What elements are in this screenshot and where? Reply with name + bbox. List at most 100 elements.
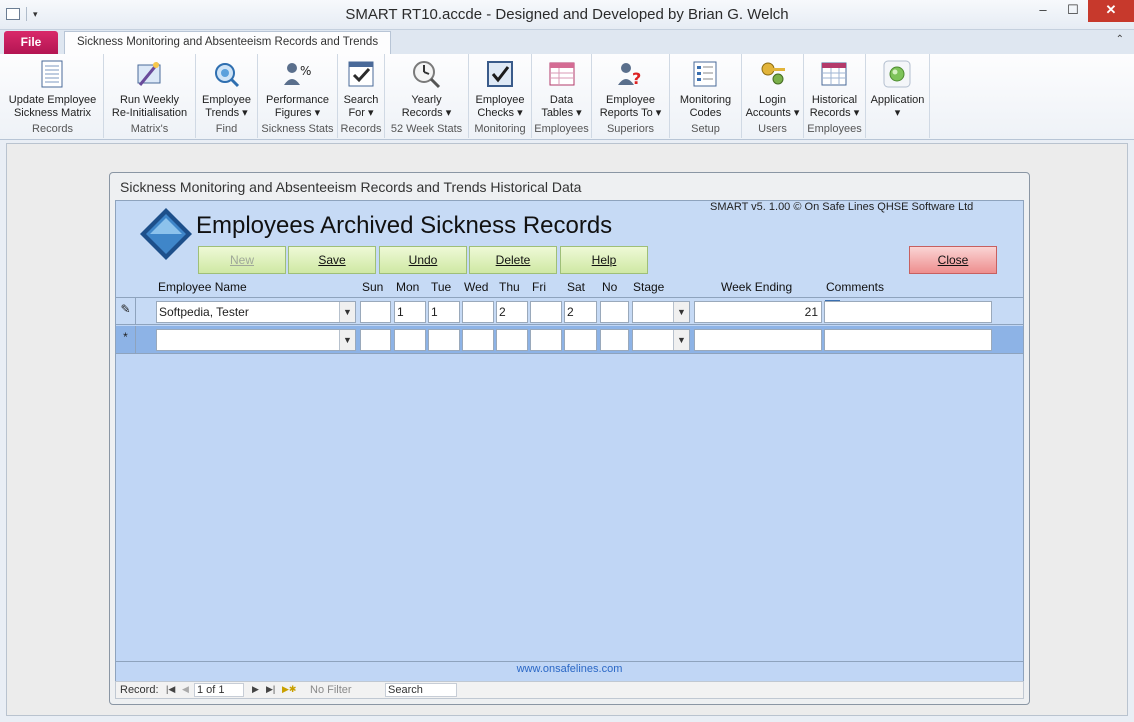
ribbon-button-label: Search — [343, 94, 379, 106]
ribbon-button-search-globe[interactable]: Employee Trends ▾ — [202, 56, 251, 120]
new-week-ending-field[interactable] — [694, 329, 822, 351]
chevron-down-icon[interactable]: ▼ — [339, 302, 355, 322]
new-sat-field[interactable] — [564, 329, 597, 351]
ribbon-button-wand[interactable]: Run Weekly Re-Initialisation — [112, 56, 187, 120]
ribbon-button-label: ▾ — [894, 107, 901, 119]
table-row: ✎ Softpedia, Tester ▼ 1 1 2 2 ▼ 21 — [116, 297, 1023, 325]
last-record-icon[interactable]: ▶| — [266, 684, 275, 695]
ribbon-button-person-question[interactable]: ? Employee Reports To ▾ — [600, 56, 661, 120]
new-stage-combo[interactable]: ▼ — [632, 329, 690, 351]
ribbon-group-9: Monitoring Codes Setup — [670, 54, 742, 138]
col-week-ending: Week Ending — [721, 280, 793, 294]
col-sat: Sat — [567, 280, 586, 294]
ribbon-button-checkbox[interactable]: Employee Checks ▾ — [476, 56, 524, 120]
tue-field[interactable]: 1 — [428, 301, 460, 323]
ribbon-group-label: Monitoring — [474, 123, 526, 135]
col-thu: Thu — [499, 280, 520, 294]
fri-field[interactable] — [530, 301, 562, 323]
new-tue-field[interactable] — [428, 329, 460, 351]
undo-button[interactable]: Undo — [379, 246, 467, 274]
close-window-button[interactable]: ✕ — [1088, 0, 1134, 22]
new-fri-field[interactable] — [530, 329, 562, 351]
new-mon-field[interactable] — [394, 329, 426, 351]
employee-name-combo[interactable]: Softpedia, Tester ▼ — [156, 301, 356, 323]
stage-combo[interactable]: ▼ — [632, 301, 690, 323]
new-employee-name-combo[interactable]: ▼ — [156, 329, 356, 351]
ribbon-button-clock-magnifier[interactable]: Yearly Records ▾ — [402, 56, 451, 120]
new-button[interactable]: New — [198, 246, 286, 274]
ribbon-group-12: Application ▾ — [866, 54, 930, 138]
new-comments-field[interactable] — [824, 329, 992, 351]
ribbon-button-label: Employee — [606, 94, 655, 106]
col-comments: Comments — [826, 280, 885, 294]
new-sun-field[interactable] — [360, 329, 391, 351]
sun-field[interactable] — [360, 301, 391, 323]
col-stage: Stage — [633, 280, 665, 294]
help-button[interactable]: Help — [560, 246, 648, 274]
ribbon-button-historical-table[interactable]: Historical Records ▾ — [810, 56, 859, 120]
sat-field[interactable]: 2 — [564, 301, 597, 323]
search-input[interactable]: Search — [385, 683, 457, 697]
first-record-icon[interactable]: |◀ — [166, 684, 175, 695]
record-position-input[interactable]: 1 of 1 — [194, 683, 244, 697]
chevron-down-icon[interactable]: ▼ — [673, 302, 689, 322]
collapse-ribbon-icon[interactable]: ⌃ — [1116, 34, 1124, 45]
ribbon-button-label: Codes — [689, 107, 722, 119]
minimize-button[interactable]: – — [1028, 0, 1058, 22]
file-tab[interactable]: File — [4, 31, 58, 54]
record-selector-edit-icon[interactable]: ✎ — [116, 298, 136, 325]
week-ending-field[interactable]: 21 — [694, 301, 822, 323]
ribbon-group-1: Run Weekly Re-Initialisation Matrix's — [104, 54, 196, 138]
delete-button[interactable]: Delete — [469, 246, 557, 274]
save-button[interactable]: Save — [288, 246, 376, 274]
ribbon-button-label: Checks ▾ — [477, 107, 523, 119]
no-filter-indicator[interactable]: No Filter — [310, 684, 352, 696]
ribbon-button-keys[interactable]: Login Accounts ▾ — [746, 56, 799, 120]
col-tue: Tue — [431, 280, 452, 294]
next-record-icon[interactable]: ▶ — [252, 684, 259, 695]
close-form-button[interactable]: Close — [909, 246, 997, 274]
ribbon-button-matrix-doc[interactable]: Update Employee Sickness Matrix — [9, 56, 96, 120]
tab-sickness-monitoring[interactable]: Sickness Monitoring and Absenteeism Reco… — [64, 31, 392, 54]
comments-field[interactable] — [824, 301, 992, 323]
ribbon-group-2: Employee Trends ▾ Find — [196, 54, 258, 138]
checklist-icon — [345, 58, 377, 90]
maximize-button[interactable]: ☐ — [1058, 0, 1088, 22]
ribbon-button-table[interactable]: Data Tables ▾ — [541, 56, 582, 120]
ribbon-button-codes-list[interactable]: Monitoring Codes — [680, 56, 731, 120]
ribbon-button-label: Application — [870, 94, 925, 106]
svg-text:%: % — [300, 64, 311, 78]
ribbon-button-label: Update Employee — [8, 94, 97, 106]
wed-field[interactable] — [462, 301, 494, 323]
svg-text:?: ? — [632, 69, 641, 88]
keys-icon — [757, 58, 789, 90]
ribbon-group-label: 52 Week Stats — [390, 123, 463, 135]
previous-record-icon[interactable]: ◀ — [182, 684, 189, 695]
thu-field[interactable]: 2 — [496, 301, 528, 323]
ribbon-group-label: Records — [340, 123, 382, 135]
new-thu-field[interactable] — [496, 329, 528, 351]
website-link[interactable]: www.onsafelines.com — [116, 663, 1023, 675]
mon-field[interactable]: 1 — [394, 301, 426, 323]
ribbon-button-application-orb[interactable]: Application ▾ — [870, 56, 925, 120]
person-question-icon: ? — [614, 58, 646, 90]
ribbon-button-checklist[interactable]: Search For ▾ — [343, 56, 379, 120]
new-no-field[interactable] — [600, 329, 629, 351]
chevron-down-icon[interactable]: ▼ — [673, 330, 689, 350]
col-sun: Sun — [362, 280, 384, 294]
ribbon-button-percent-person[interactable]: % Performance Figures ▾ — [266, 56, 329, 120]
ribbon-group-label: Users — [758, 123, 787, 135]
no-field[interactable] — [600, 301, 629, 323]
ribbon-button-label: Yearly — [411, 94, 442, 106]
new-record-icon[interactable]: ▶✱ — [282, 684, 296, 695]
ribbon-group-11: Historical Records ▾ Employees — [804, 54, 866, 138]
search-globe-icon — [210, 58, 242, 90]
chevron-down-icon[interactable]: ▼ — [339, 330, 355, 350]
new-record-selector[interactable]: * — [116, 326, 136, 353]
new-wed-field[interactable] — [462, 329, 494, 351]
ribbon-tab-row: File Sickness Monitoring and Absenteeism… — [0, 30, 1134, 54]
form-window: Sickness Monitoring and Absenteeism Reco… — [109, 172, 1030, 705]
copyright-text: SMART v5. 1.00 © On Safe Lines QHSE Soft… — [710, 201, 974, 213]
col-wed: Wed — [464, 280, 489, 294]
col-mon: Mon — [396, 280, 420, 294]
